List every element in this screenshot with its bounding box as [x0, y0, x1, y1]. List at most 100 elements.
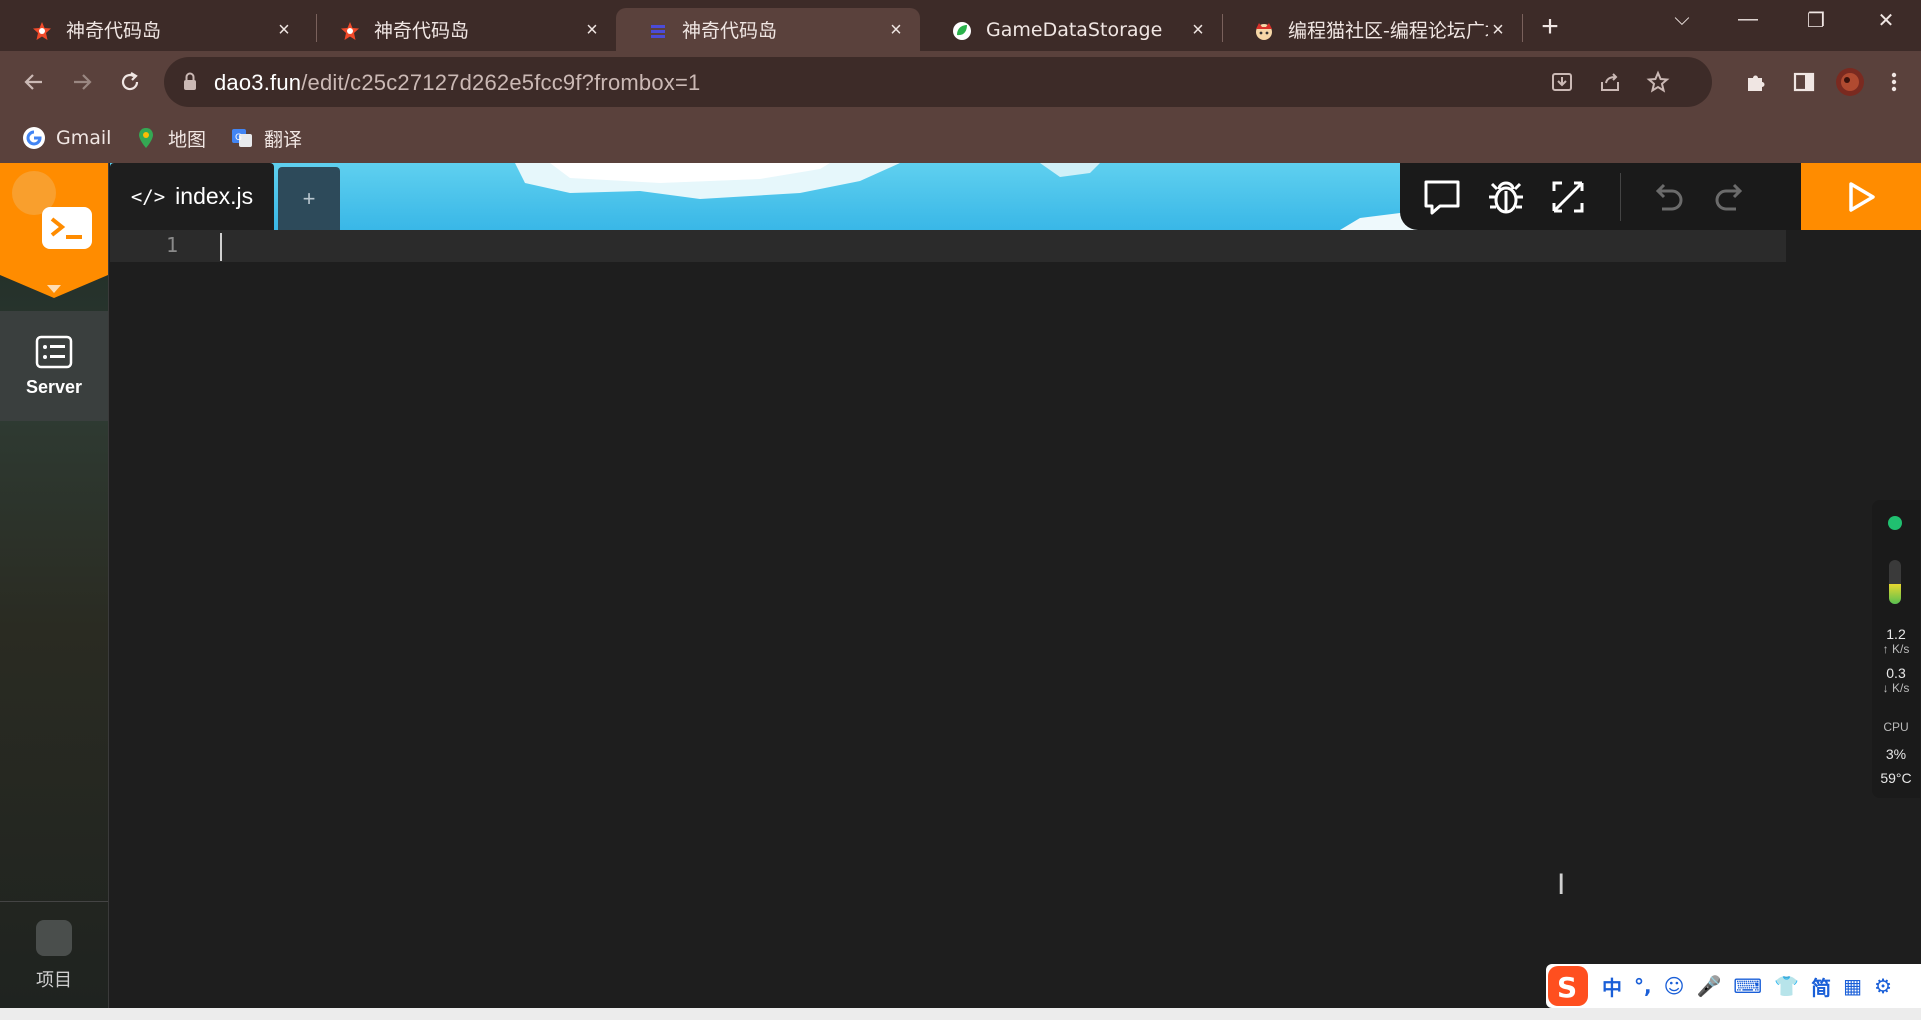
browser-tab[interactable]: 神奇代码岛 × — [308, 8, 616, 51]
tab-close-icon[interactable]: × — [1188, 20, 1208, 40]
bookmarks-bar: Gmail 地图 G 翻译 — [0, 113, 1921, 163]
bookmark-label: 翻译 — [264, 128, 303, 151]
text-cursor-icon: I — [1557, 868, 1566, 901]
tab-title: 神奇代码岛 — [682, 20, 778, 42]
ime-toolbox-icon[interactable]: ▦ — [1843, 974, 1862, 998]
tab-separator — [1522, 14, 1523, 42]
tab-close-icon[interactable]: × — [274, 20, 294, 40]
tab-close-icon[interactable]: × — [582, 20, 602, 40]
url-host: dao3.fun — [214, 70, 302, 95]
bookmark-label: Gmail — [56, 127, 112, 149]
extensions-button[interactable] — [1738, 64, 1774, 100]
google-icon — [23, 127, 45, 149]
tab-title: GameDataStorage — [986, 18, 1163, 41]
cpu-label: CPU — [1883, 720, 1909, 734]
bookmark-gmail[interactable]: Gmail — [22, 123, 111, 153]
redo-button[interactable] — [1708, 175, 1752, 219]
browser-tab[interactable]: GameDataStorage × — [920, 8, 1222, 51]
ime-emoji-icon[interactable]: ☺ — [1664, 974, 1685, 998]
editor-header: </> index.js + — [110, 163, 1921, 230]
toolbar-divider — [1620, 173, 1621, 221]
browser-tab-strip: 神奇代码岛 × 神奇代码岛 × 神奇代码岛 × GameDataStorage … — [0, 0, 1921, 51]
more-vertical-icon — [1891, 72, 1897, 92]
ime-toolbar: S 中 °, ☺ 🎤 ⌨ 👕 简 ▦ ⚙ — [1546, 964, 1921, 1008]
code-editor[interactable]: 1 I — [110, 230, 1921, 1020]
ime-settings-icon[interactable]: ⚙ — [1874, 974, 1892, 998]
back-button[interactable] — [16, 64, 52, 100]
new-tab-button[interactable]: + — [1534, 12, 1566, 44]
sidebar-item-project[interactable]: 项目 — [0, 901, 108, 1009]
install-app-icon[interactable] — [1550, 70, 1574, 94]
profile-button[interactable] — [1832, 64, 1868, 100]
add-file-button[interactable]: + — [278, 167, 340, 230]
sky-background — [515, 163, 1440, 230]
side-panel-button[interactable] — [1786, 64, 1822, 100]
lock-icon — [184, 72, 196, 90]
svg-text:S: S — [1557, 971, 1577, 1004]
url-path: /edit/c25c27127d262e5fcc9f?frombox=1 — [301, 70, 701, 95]
sidebar-item-server[interactable]: Server — [0, 311, 108, 421]
ime-skin-icon[interactable]: 👕 — [1774, 974, 1799, 998]
avatar — [1836, 68, 1864, 96]
maps-icon — [139, 128, 153, 148]
list-icon — [35, 335, 73, 368]
forward-button[interactable] — [64, 64, 100, 100]
svg-text:G: G — [235, 133, 242, 143]
bookmark-translate[interactable]: G 翻译 — [230, 123, 302, 153]
comment-button[interactable] — [1420, 175, 1464, 219]
codemao-cat-icon — [1256, 23, 1272, 40]
puzzle-icon — [1748, 75, 1765, 91]
browser-tab[interactable]: 编程猫社区-编程论坛广场 × — [1222, 8, 1522, 51]
bookmark-star-icon[interactable] — [1646, 70, 1670, 94]
ime-chinese-mode[interactable]: 中 — [1602, 972, 1622, 1001]
green-leaf-icon — [953, 22, 971, 40]
browser-tab-active[interactable]: 神奇代码岛 × — [616, 8, 920, 51]
tab-title: 神奇代码岛 — [374, 20, 470, 42]
cpu-temperature: 59°C — [1880, 770, 1912, 786]
side-panel-icon — [1793, 72, 1815, 92]
file-tab-index-js[interactable]: </> index.js — [110, 163, 274, 230]
ime-simplified-mode[interactable]: 简 — [1811, 972, 1831, 1001]
sogou-logo-icon[interactable]: S — [1546, 964, 1590, 1008]
run-button[interactable] — [1801, 163, 1921, 230]
tab-search-chevron-icon[interactable]: ⌵ — [1662, 8, 1702, 38]
text-cursor — [220, 233, 222, 261]
chat-bubble-icon — [1424, 180, 1460, 215]
tab-title: 编程猫社区-编程论坛广场 — [1288, 20, 1488, 42]
tab-close-icon[interactable]: × — [886, 20, 906, 40]
reload-icon — [121, 72, 139, 91]
download-speed: 0.3 — [1886, 665, 1906, 681]
app-logo[interactable] — [0, 163, 108, 303]
share-icon[interactable] — [1598, 70, 1622, 94]
dao3-pixel-icon — [651, 25, 665, 38]
editor-app: Server 项目 </> index.js + 1 I — [0, 163, 1921, 1020]
ime-punctuation[interactable]: °, — [1634, 974, 1652, 998]
dao3-star-icon — [33, 22, 51, 40]
line-number: 1 — [166, 233, 179, 257]
ime-keyboard-icon[interactable]: ⌨ — [1733, 974, 1762, 998]
browser-tab[interactable]: 神奇代码岛 × — [0, 8, 308, 51]
minimize-icon[interactable]: — — [1728, 8, 1768, 38]
undo-icon — [1655, 183, 1683, 211]
debug-button[interactable] — [1484, 175, 1528, 219]
taskbar-edge — [0, 1008, 1921, 1020]
url-text[interactable]: dao3.fun/edit/c25c27127d262e5fcc9f?fromb… — [214, 70, 700, 96]
tab-close-icon[interactable]: × — [1488, 20, 1508, 40]
ime-voice-icon[interactable]: 🎤 — [1696, 974, 1721, 998]
memory-usage-fill — [1889, 584, 1901, 604]
bookmark-maps[interactable]: 地图 — [134, 123, 206, 153]
address-bar[interactable]: dao3.fun/edit/c25c27127d262e5fcc9f?fromb… — [164, 57, 1712, 107]
undo-button[interactable] — [1646, 175, 1690, 219]
reload-button[interactable] — [112, 64, 148, 100]
restore-icon[interactable]: ❐ — [1796, 8, 1836, 38]
network-status-icon — [1888, 516, 1902, 530]
dao3-star-icon — [341, 22, 359, 40]
code-icon: </> — [130, 185, 166, 208]
upload-unit: ↑ K/s — [1882, 642, 1910, 656]
fullscreen-button[interactable] — [1546, 175, 1590, 219]
chrome-menu-button[interactable] — [1876, 64, 1912, 100]
system-monitor-widget[interactable]: 1.2 ↑ K/s 0.3 ↓ K/s CPU 3% 59°C — [1872, 500, 1920, 798]
expand-icon — [1552, 181, 1584, 213]
current-line-highlight: 1 — [110, 230, 1786, 262]
close-window-icon[interactable]: ✕ — [1866, 8, 1906, 38]
